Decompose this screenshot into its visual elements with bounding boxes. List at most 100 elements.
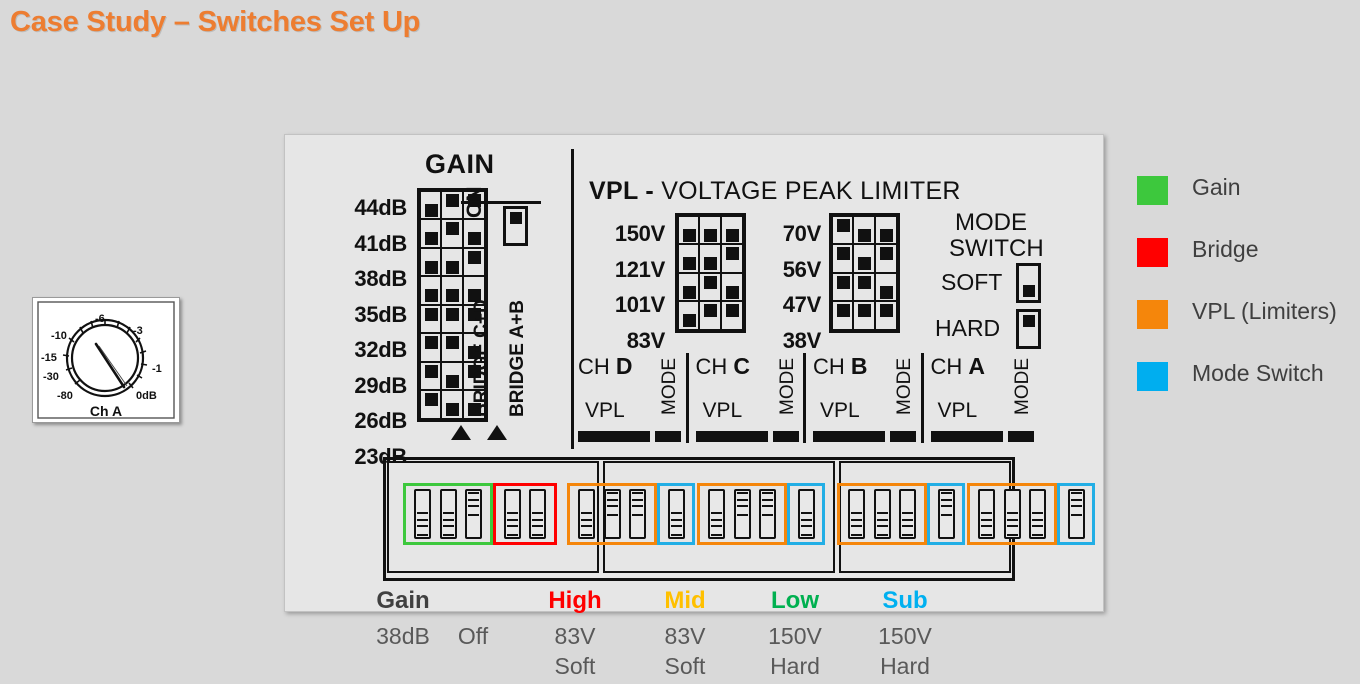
dip-switch[interactable]: [758, 489, 776, 539]
dip-switch-group[interactable]: [927, 483, 965, 545]
dip-switch[interactable]: [529, 489, 546, 539]
dip-switch-slider[interactable]: [711, 512, 723, 536]
dip-switch[interactable]: [578, 489, 596, 539]
dip-switch-slider[interactable]: [670, 512, 682, 536]
dip-switch[interactable]: [733, 489, 751, 539]
dip-switch-group[interactable]: [697, 483, 787, 545]
dip-switch[interactable]: [708, 489, 726, 539]
band-value: 83V: [554, 623, 596, 649]
channel-letter: C: [733, 353, 751, 379]
band-value: Hard: [880, 653, 930, 679]
dip-switch-slider[interactable]: [532, 512, 543, 536]
vpl-right-row-label: 38V: [782, 327, 822, 353]
dip-switch[interactable]: [464, 489, 482, 539]
svg-text:0dB: 0dB: [136, 390, 157, 402]
svg-text:-3: -3: [133, 325, 143, 337]
dip-switch-slider[interactable]: [800, 512, 812, 536]
switch-dot: [424, 336, 438, 350]
soft-switch-indicator: [1016, 263, 1041, 303]
dip-switch-slider[interactable]: [631, 492, 643, 516]
bridge-cd-arrow-icon: [451, 425, 471, 440]
gain-switch-row: [418, 218, 486, 250]
vpl-left-switch-row: [676, 243, 744, 275]
on-label: ON: [463, 186, 486, 219]
dip-switch-slider[interactable]: [467, 492, 479, 516]
mode-switch-title-line1: MODE: [955, 209, 1027, 236]
channel-heading: CH A: [931, 353, 986, 380]
dip-switch[interactable]: [603, 489, 621, 539]
dip-switch-slider[interactable]: [606, 492, 618, 516]
dip-switch-group[interactable]: [657, 483, 695, 545]
dip-switch[interactable]: [439, 489, 457, 539]
vpl-right-switch-row: [830, 271, 898, 303]
dip-switch-slider[interactable]: [981, 512, 993, 536]
mode-switch-title-line2: SWITCH: [949, 235, 1044, 262]
vpl-left-row-label: 101V: [614, 292, 665, 317]
vpl-heading-bold: VPL -: [589, 177, 654, 205]
vpl-right-row-label: 47V: [782, 292, 822, 317]
dip-switch-group[interactable]: [1057, 483, 1095, 545]
vpl-left-row-label: 83V: [626, 327, 666, 353]
dip-switch-slider[interactable]: [507, 512, 518, 536]
dip-switch-slider[interactable]: [851, 512, 863, 536]
dip-switch-slider[interactable]: [876, 512, 888, 536]
legend-item: Gain: [1137, 174, 1360, 238]
dip-switch[interactable]: [1028, 489, 1046, 539]
vpl-right-switch-cell: [830, 271, 855, 303]
legend-item: VPL (Limiters): [1137, 298, 1360, 362]
gain-switch-cell: [418, 218, 443, 250]
vpl-left-switch-row: [676, 300, 744, 332]
vpl-right-switch-cell: [852, 243, 877, 275]
dip-switch-slider[interactable]: [581, 512, 593, 536]
channel-mode-bar: [772, 431, 799, 442]
dip-switch-slider[interactable]: [901, 512, 913, 536]
dip-switch-slider[interactable]: [417, 512, 429, 536]
svg-text:-1: -1: [152, 363, 162, 375]
dip-switch[interactable]: [978, 489, 996, 539]
switch-dot: [446, 336, 460, 350]
dip-switch-group[interactable]: [403, 483, 493, 545]
dip-switch-slider[interactable]: [940, 492, 952, 516]
legend-color-swatch: [1137, 362, 1168, 391]
channel-vpl-label: VPL: [585, 399, 625, 422]
gain-knob-photo: -80 -30 -15 -10 -6 -3 -1 0dB Ch A: [32, 297, 180, 423]
gain-row-label: 26dB: [354, 408, 407, 433]
switch-dot: [704, 257, 718, 271]
channel-letter: B: [850, 353, 868, 379]
dip-switch[interactable]: [667, 489, 685, 539]
dip-switch[interactable]: [898, 489, 916, 539]
switch-dot: [682, 285, 696, 299]
gain-switch-cell: [418, 332, 443, 364]
channel-mode-bar: [655, 431, 681, 442]
dip-switch-group[interactable]: [567, 483, 657, 545]
dip-switch[interactable]: [1067, 489, 1085, 539]
band-value: Off: [457, 623, 489, 649]
dip-switch-bank: [383, 457, 1095, 581]
dip-switch-slider[interactable]: [736, 492, 748, 516]
dip-switch[interactable]: [1003, 489, 1021, 539]
dip-switch[interactable]: [873, 489, 891, 539]
dip-switch-group[interactable]: [787, 483, 825, 545]
dip-switch[interactable]: [848, 489, 866, 539]
dip-switch-slider[interactable]: [761, 492, 773, 516]
dip-switch[interactable]: [797, 489, 815, 539]
dip-switch-group[interactable]: [837, 483, 927, 545]
dip-switch-slider[interactable]: [1031, 512, 1043, 536]
dip-switch-slider[interactable]: [1006, 512, 1018, 536]
dip-switch[interactable]: [504, 489, 521, 539]
dip-switch-slider[interactable]: [1070, 492, 1082, 516]
switch-dot: [836, 218, 850, 232]
dip-switch[interactable]: [628, 489, 646, 539]
vpl-right-switch-cell: [873, 214, 898, 246]
dip-switch[interactable]: [414, 489, 432, 539]
switch-dot: [858, 304, 872, 318]
gain-switch-cell: [461, 218, 486, 250]
dip-switch[interactable]: [937, 489, 955, 539]
dip-switch-slider[interactable]: [442, 512, 454, 536]
dip-switch-group[interactable]: [493, 483, 557, 545]
hard-switch-indicator: [1016, 309, 1041, 349]
dip-switch-group[interactable]: [967, 483, 1057, 545]
gain-row-label: 38dB: [354, 266, 407, 291]
amplifier-dip-switch-panel: GAIN 44dB 41dB 38dB 35dB 32dB 29dB 26dB 23dB ON…: [284, 134, 1104, 679]
switch-dot: [704, 228, 718, 242]
